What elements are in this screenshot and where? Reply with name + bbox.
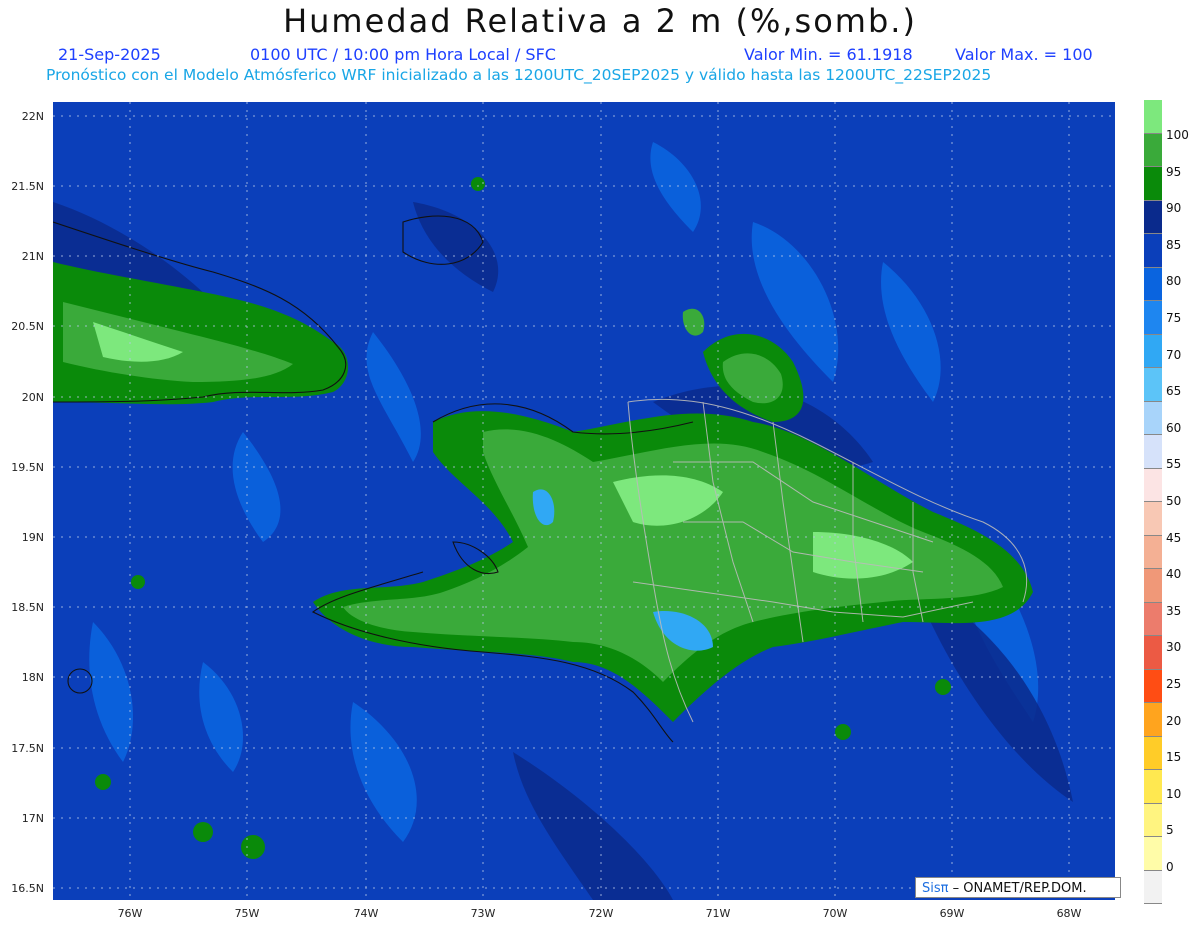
lat-label: 21.5N bbox=[11, 180, 44, 193]
colorbar-label: 100 bbox=[1166, 128, 1189, 142]
map-drawing bbox=[53, 102, 1115, 900]
colorbar-segment bbox=[1144, 234, 1162, 268]
min-value: Valor Min. = 61.1918 bbox=[744, 45, 913, 64]
lon-label: 69W bbox=[939, 907, 965, 920]
colorbar-segment bbox=[1144, 401, 1162, 435]
forecast-time: 0100 UTC / 10:00 pm Hora Local / SFC bbox=[250, 45, 556, 64]
lat-label: 17.5N bbox=[11, 742, 44, 755]
lat-label: 21N bbox=[21, 250, 44, 263]
lon-label: 76W bbox=[117, 907, 143, 920]
humidity-map[interactable] bbox=[53, 102, 1115, 900]
colorbar-label: 80 bbox=[1166, 274, 1182, 289]
colorbar-segment bbox=[1144, 535, 1162, 569]
colorbar-segment bbox=[1144, 200, 1162, 234]
colorbar-label: 75 bbox=[1166, 311, 1182, 325]
lat-label: 18N bbox=[21, 671, 44, 684]
max-value: Valor Max. = 100 bbox=[955, 45, 1093, 64]
colorbar-label: 25 bbox=[1166, 677, 1182, 691]
colorbar-segment bbox=[1144, 334, 1162, 368]
model-info: Pronóstico con el Modelo Atmósferico WRF… bbox=[46, 66, 992, 84]
lat-label: 18.5N bbox=[11, 601, 44, 614]
colorbar-label: 15 bbox=[1166, 750, 1182, 765]
credit-text: – ONAMET/REP.DOM. bbox=[948, 881, 1087, 896]
colorbar-segment bbox=[1144, 837, 1162, 871]
colorbar-segment bbox=[1144, 468, 1162, 502]
lat-label: 19.5N bbox=[11, 461, 44, 474]
lat-label: 17N bbox=[21, 812, 44, 825]
lat-label: 22N bbox=[21, 110, 44, 123]
colorbar-label: 0 bbox=[1166, 860, 1174, 874]
colorbar-label: 5 bbox=[1166, 823, 1174, 838]
lat-label: 20N bbox=[21, 391, 44, 404]
colorbar-segment bbox=[1144, 736, 1162, 770]
colorbar bbox=[1144, 100, 1162, 904]
colorbar-segment bbox=[1144, 569, 1162, 603]
colorbar-label: 65 bbox=[1166, 384, 1182, 399]
colorbar-segment bbox=[1144, 870, 1162, 904]
colorbar-label: 95 bbox=[1166, 164, 1182, 179]
colorbar-segment bbox=[1144, 301, 1162, 335]
lon-label: 75W bbox=[234, 907, 260, 920]
colorbar-label: 50 bbox=[1166, 494, 1182, 508]
colorbar-segment bbox=[1144, 703, 1162, 737]
lon-label: 73W bbox=[470, 907, 496, 920]
colorbar-label: 40 bbox=[1166, 567, 1182, 582]
colorbar-label: 60 bbox=[1166, 420, 1182, 435]
lat-label: 16.5N bbox=[11, 882, 44, 895]
colorbar-label: 35 bbox=[1166, 603, 1182, 618]
colorbar-segment bbox=[1144, 368, 1162, 402]
chart-title: Humedad Relativa a 2 m (%,somb.) bbox=[283, 2, 917, 40]
colorbar-segment bbox=[1144, 669, 1162, 703]
colorbar-label: 45 bbox=[1166, 530, 1182, 545]
colorbar-segment bbox=[1144, 167, 1162, 201]
lat-label: 20.5N bbox=[11, 320, 44, 333]
colorbar-label: 30 bbox=[1166, 640, 1182, 655]
cuba-humidity bbox=[53, 262, 348, 405]
forecast-date: 21-Sep-2025 bbox=[58, 45, 161, 64]
colorbar-segment bbox=[1144, 770, 1162, 804]
colorbar-segment bbox=[1144, 602, 1162, 636]
lon-label: 71W bbox=[705, 907, 731, 920]
colorbar-segment bbox=[1144, 803, 1162, 837]
lon-label: 74W bbox=[353, 907, 379, 920]
colorbar-segment bbox=[1144, 133, 1162, 167]
colorbar-label: 85 bbox=[1166, 237, 1182, 252]
colorbar-segment bbox=[1144, 435, 1162, 469]
colorbar-segment bbox=[1144, 267, 1162, 301]
credit-box: Sisπ – ONAMET/REP.DOM. bbox=[915, 877, 1121, 898]
colorbar-label: 10 bbox=[1166, 786, 1182, 801]
colorbar-segment bbox=[1144, 502, 1162, 536]
colorbar-label: 90 bbox=[1166, 201, 1182, 216]
hispaniola-humidity bbox=[313, 411, 1033, 722]
colorbar-segment bbox=[1144, 636, 1162, 670]
lon-label: 68W bbox=[1056, 907, 1082, 920]
lon-label: 72W bbox=[588, 907, 614, 920]
colorbar-label: 55 bbox=[1166, 457, 1182, 472]
sis-logo-text: Sisπ bbox=[922, 881, 949, 896]
colorbar-label: 70 bbox=[1166, 347, 1182, 362]
colorbar-label: 20 bbox=[1166, 713, 1182, 728]
lat-label: 19N bbox=[21, 531, 44, 544]
colorbar-segment bbox=[1144, 100, 1162, 134]
lon-label: 70W bbox=[822, 907, 848, 920]
